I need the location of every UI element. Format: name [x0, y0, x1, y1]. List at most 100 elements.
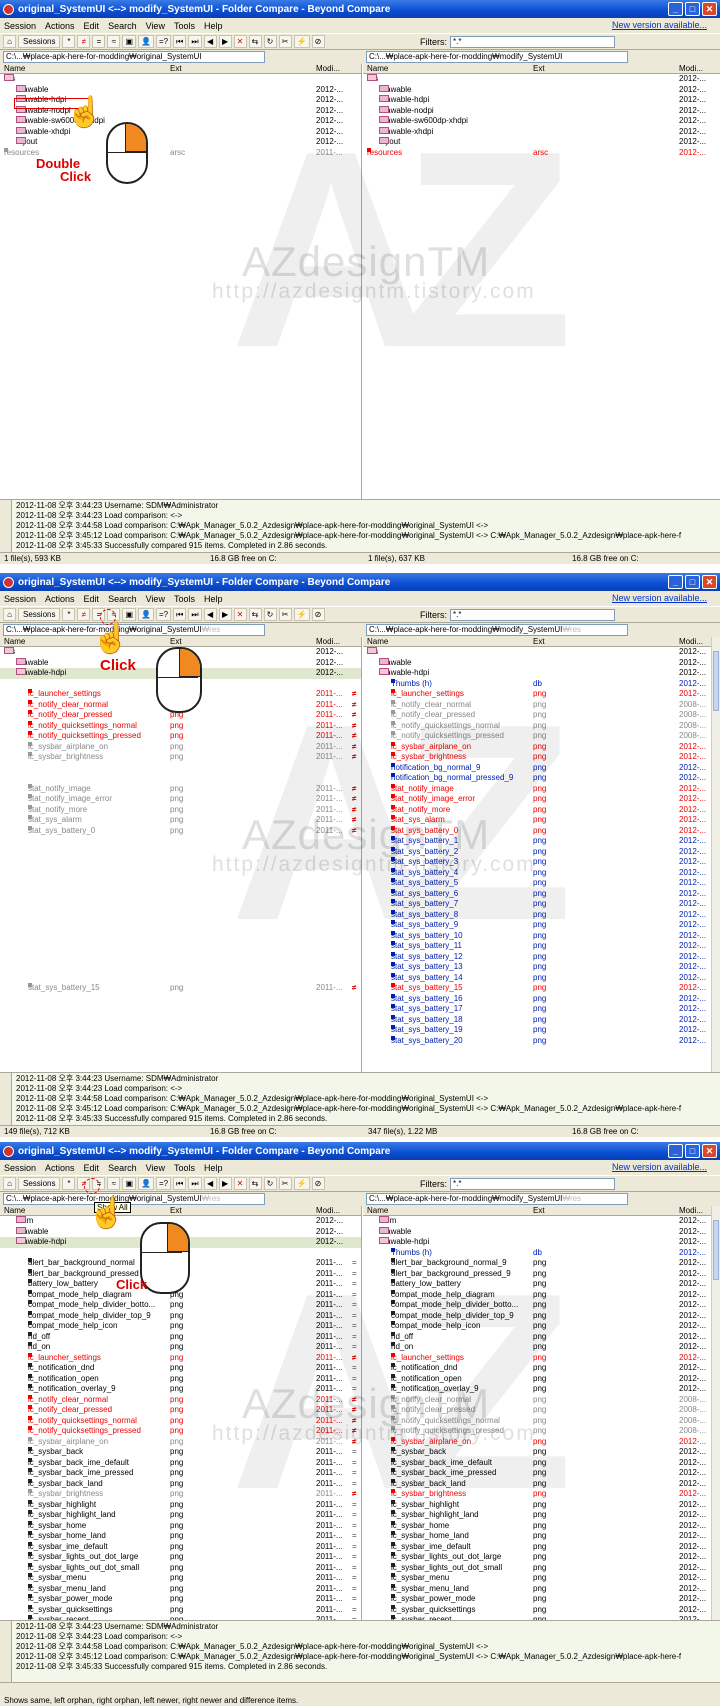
- file-row[interactable]: alert_bar_background_pressed_9 png 2012-..…: [363, 1268, 720, 1280]
- col-modified[interactable]: Modi...: [316, 64, 340, 73]
- file-row[interactable]: ic_notify_quicksettings_pressed png 2008-.…: [363, 731, 720, 742]
- new-version-link[interactable]: New version available...: [612, 20, 707, 30]
- folder-row[interactable]: drawable-xhdpi 2012-...: [363, 126, 720, 138]
- folder-row[interactable]: drawable 2012-...: [363, 84, 720, 96]
- file-row[interactable]: ic_sysbar_airplane_on png 2011-... ≠: [0, 1436, 361, 1448]
- structure-icon[interactable]: ▣: [122, 1177, 137, 1190]
- maximize-button[interactable]: □: [685, 1144, 700, 1158]
- right-path-input[interactable]: C:\...₩place-apk-here-for-modding₩modify…: [366, 1193, 628, 1205]
- file-row[interactable]: ic_sysbar_lights_out_dot_large png 2012-..…: [363, 1552, 720, 1563]
- file-row[interactable]: stat_notify_image png 2011-... ≠: [0, 783, 361, 795]
- folder-row[interactable]: drawable-hdpi 2012-...: [363, 95, 720, 106]
- menu-view[interactable]: View: [146, 594, 165, 604]
- file-row[interactable]: ic_sysbar_brightness png 2011-... ≠: [0, 1489, 361, 1500]
- file-row[interactable]: ic_sysbar_back_ime_pressed png 2011-... =: [0, 1468, 361, 1479]
- file-row[interactable]: compat_mode_help_diagram png 2011-... =: [0, 1289, 361, 1301]
- last-diff-icon[interactable]: ⏭: [188, 35, 202, 48]
- right-pane[interactable]: Name Ext Modi... res 2012-... drawable 2012-..…: [363, 64, 720, 499]
- minimize-button[interactable]: _: [668, 1144, 683, 1158]
- file-row[interactable]: compat_mode_help_icon png 2012-...: [363, 1321, 720, 1332]
- rules-icon[interactable]: 👤: [138, 608, 154, 621]
- maximize-button[interactable]: □: [685, 2, 700, 16]
- file-row[interactable]: stat_sys_battery_4 png 2012-...: [363, 867, 720, 879]
- file-row[interactable]: ic_sysbar_brightness png 2012-...: [363, 1489, 720, 1500]
- file-row[interactable]: compat_mode_help_divider_top_9 png 2012-..…: [363, 1310, 720, 1322]
- left-path-input[interactable]: C:\...₩place-apk-here-for-modding₩origin…: [3, 624, 265, 636]
- menu-session[interactable]: Session: [4, 21, 36, 31]
- sync-icon[interactable]: ⚡: [293, 35, 310, 48]
- file-row[interactable]: battery_low_battery png 2012-...: [363, 1279, 720, 1290]
- file-row[interactable]: ic_notify_clear_pressed png 2008-...: [363, 710, 720, 721]
- file-row[interactable]: ic_sysbar_lights_out_dot_small png 2012-..…: [363, 1562, 720, 1574]
- menu-search[interactable]: Search: [108, 594, 137, 604]
- file-row[interactable]: ic_notify_clear_normal png 2011-... ≠: [0, 1394, 361, 1406]
- menu-session[interactable]: Session: [4, 1163, 36, 1173]
- file-row[interactable]: stat_sys_battery_13 png 2012-...: [363, 962, 720, 973]
- menu-view[interactable]: View: [146, 21, 165, 31]
- compare-icon[interactable]: =?: [156, 35, 172, 48]
- file-row[interactable]: ic_notify_quicksettings_normal png 2011-..…: [0, 1415, 361, 1427]
- close-button[interactable]: ✕: [702, 2, 717, 16]
- first-diff-icon[interactable]: ⏮: [173, 35, 187, 48]
- file-row[interactable]: stat_sys_alarm png 2011-... ≠: [0, 815, 361, 826]
- file-row[interactable]: compat_mode_help_icon png 2011-... =: [0, 1321, 361, 1332]
- file-row[interactable]: ic_notify_quicksettings_normal png 2008-..…: [363, 1415, 720, 1427]
- file-row[interactable]: ic_launcher_settings png 2012-...: [363, 689, 720, 700]
- home-icon[interactable]: ⌂: [3, 608, 16, 621]
- new-version-link[interactable]: New version available...: [612, 1162, 707, 1172]
- file-row[interactable]: ic_notify_clear_normal png 2008-...: [363, 699, 720, 711]
- folder-row[interactable]: drawable 2012-...: [363, 1226, 720, 1238]
- maximize-button[interactable]: □: [685, 575, 700, 589]
- left-path-input[interactable]: C:\...₩place-apk-here-for-modding₩origin…: [3, 1193, 265, 1205]
- file-row[interactable]: ic_sysbar_back_land png 2012-...: [363, 1478, 720, 1490]
- file-row[interactable]: stat_sys_battery_15 png 2011-... ≠: [0, 983, 361, 994]
- sessions-button[interactable]: Sessions: [18, 608, 61, 621]
- folder-row[interactable]: drawable-sw600dp-xhdpi 2012-...: [0, 116, 361, 127]
- folder-row[interactable]: drawable 2012-...: [363, 657, 720, 669]
- right-pane[interactable]: Name Ext Modi... res 2012-... drawable 2012-..…: [363, 637, 720, 1072]
- sync-icon[interactable]: ⚡: [293, 608, 310, 621]
- file-row[interactable]: stat_sys_battery_10 png 2012-...: [363, 930, 720, 942]
- file-row[interactable]: ic_sysbar_power_mode png 2012-...: [363, 1594, 720, 1605]
- close-button[interactable]: ✕: [702, 1144, 717, 1158]
- file-row[interactable]: compat_mode_help_diagram png 2012-...: [363, 1289, 720, 1301]
- file-row[interactable]: stat_sys_battery_20 png 2012-...: [363, 1035, 720, 1047]
- file-row[interactable]: ic_sysbar_menu png 2011-... =: [0, 1573, 361, 1584]
- file-row[interactable]: ic_notify_quicksettings_pressed png 2008-.…: [363, 1426, 720, 1437]
- file-row[interactable]: ic_notification_dnd png 2012-...: [363, 1363, 720, 1374]
- col-modified[interactable]: Modi...: [679, 1206, 703, 1215]
- file-row[interactable]: compat_mode_help_divider_botto... png 2011…: [0, 1300, 361, 1311]
- file-row[interactable]: ic_sysbar_brightness png 2012-...: [363, 752, 720, 763]
- swap-icon[interactable]: ⇆: [248, 608, 262, 621]
- refresh-icon[interactable]: ↻: [263, 35, 277, 48]
- file-row[interactable]: hd_off png 2011-... =: [0, 1331, 361, 1343]
- scrollbar-thumb[interactable]: [713, 651, 719, 711]
- structure-icon[interactable]: ▣: [122, 608, 137, 621]
- menu-edit[interactable]: Edit: [84, 1163, 100, 1173]
- file-row[interactable]: stat_notify_more png 2011-... ≠: [0, 804, 361, 816]
- file-row[interactable]: ic_sysbar_lights_out_dot_large png 2011-..…: [0, 1552, 361, 1563]
- file-row[interactable]: alert_bar_background_normal_9 png 2012-...: [363, 1258, 720, 1269]
- file-row[interactable]: stat_sys_battery_19 png 2012-...: [363, 1025, 720, 1036]
- file-row[interactable]: ic_notification_overlay_9 png 2011-... =: [0, 1384, 361, 1395]
- file-row[interactable]: ic_notify_quicksettings_normal png 2011-..…: [0, 720, 361, 732]
- prev-icon[interactable]: ◀: [203, 1177, 217, 1190]
- right-path-input[interactable]: C:\...₩place-apk-here-for-modding₩modify…: [366, 51, 628, 63]
- file-row[interactable]: stat_sys_battery_5 png 2012-...: [363, 878, 720, 889]
- file-row[interactable]: stat_notify_more png 2012-...: [363, 804, 720, 816]
- file-row[interactable]: ic_sysbar_back_ime_pressed png 2012-...: [363, 1468, 720, 1479]
- minimize-button[interactable]: _: [668, 575, 683, 589]
- swap-icon[interactable]: ⇆: [248, 35, 262, 48]
- vertical-scrollbar[interactable]: [711, 1206, 720, 1632]
- file-row[interactable]: ic_sysbar_airplane_on png 2011-... ≠: [0, 741, 361, 753]
- folder-row[interactable]: res 2012-...: [363, 647, 720, 658]
- rules-icon[interactable]: 👤: [138, 35, 154, 48]
- file-row[interactable]: hd_on png 2011-... =: [0, 1342, 361, 1353]
- file-row[interactable]: resources arsc 2012-...: [363, 147, 720, 159]
- file-row[interactable]: ic_sysbar_highlight png 2011-... =: [0, 1499, 361, 1511]
- col-modified[interactable]: Modi...: [316, 1206, 340, 1215]
- file-row[interactable]: hd_on png 2012-...: [363, 1342, 720, 1353]
- col-name[interactable]: Name: [367, 64, 388, 73]
- col-ext[interactable]: Ext: [533, 64, 545, 73]
- file-row[interactable]: stat_sys_battery_8 png 2012-...: [363, 909, 720, 921]
